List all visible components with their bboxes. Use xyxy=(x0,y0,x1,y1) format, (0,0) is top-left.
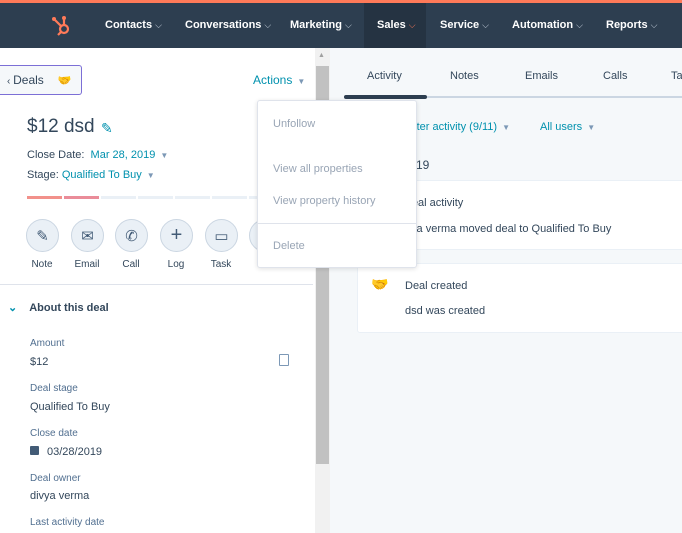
divider xyxy=(0,284,313,285)
task-button[interactable]: ▭ xyxy=(205,219,238,252)
task-icon: ▭ xyxy=(214,227,229,245)
call-label: Call xyxy=(122,259,140,270)
handshake-icon: 🤝 xyxy=(57,75,72,87)
task-label: Task xyxy=(210,259,232,270)
stage-row: Stage: Qualified To Buy ▼ xyxy=(27,169,155,181)
tab-activity[interactable]: Activity xyxy=(367,70,402,82)
note-button[interactable]: ✎ xyxy=(26,219,59,252)
activity-card: 🤝 Deal created dsd was created xyxy=(357,263,682,333)
progress-segment xyxy=(175,196,210,199)
deal-owner-value[interactable]: divya verma xyxy=(30,490,89,502)
users-dropdown[interactable]: All users ▼ xyxy=(540,121,595,133)
field-label: Deal stage xyxy=(30,383,78,394)
progress-segment xyxy=(138,196,173,199)
note-icon: ✎ xyxy=(36,227,49,245)
close-date-row: Close Date: Mar 28, 2019 ▼ xyxy=(27,149,169,161)
chevron-down-icon: ⌄ xyxy=(8,302,18,314)
card-body: dsd was created xyxy=(405,305,486,317)
tab-notes[interactable]: Notes xyxy=(450,70,479,82)
top-nav: Contacts ⌵ Conversations ⌵ Marketing ⌵ Sale… xyxy=(0,3,682,48)
progress-segment xyxy=(101,196,136,199)
hubspot-logo[interactable] xyxy=(50,14,74,38)
stage-dropdown[interactable]: Qualified To Buy xyxy=(62,169,142,181)
card-body: divya verma moved deal to Qualified To B… xyxy=(397,223,612,235)
plus-icon: + xyxy=(170,224,183,246)
calendar-icon xyxy=(30,446,39,455)
actions-button[interactable]: Actions ▼ xyxy=(253,73,305,87)
email-label: Email xyxy=(74,259,100,270)
amount-value[interactable]: $12 xyxy=(30,356,48,368)
back-to-deals-button[interactable]: ‹ Deals 🤝 xyxy=(0,65,82,95)
email-button[interactable]: ✉ xyxy=(71,219,104,252)
progress-segment xyxy=(212,196,247,199)
tab-emails[interactable]: Emails xyxy=(525,70,558,82)
log-button[interactable]: + xyxy=(160,219,193,252)
nav-contacts[interactable]: Contacts ⌵ xyxy=(105,3,162,48)
field-label: Deal owner xyxy=(30,473,81,484)
field-label: Last activity date xyxy=(30,517,105,528)
tab-calls[interactable]: Calls xyxy=(603,70,627,82)
progress-segment xyxy=(27,196,62,199)
caret-down-icon: ▼ xyxy=(297,77,306,86)
deal-stage-value[interactable]: Qualified To Buy xyxy=(30,401,110,413)
close-date-dropdown[interactable]: Mar 28, 2019 xyxy=(91,149,156,161)
phone-icon: ✆ xyxy=(125,227,138,245)
nav-service[interactable]: Service ⌵ xyxy=(440,3,489,48)
edit-icon[interactable]: ✎ xyxy=(101,120,113,137)
date-header: 19 xyxy=(416,158,430,172)
log-label: Log xyxy=(167,259,185,270)
tab-tasks[interactable]: Ta xyxy=(671,70,682,82)
active-tab-indicator xyxy=(344,95,427,99)
menu-item-view-property-history[interactable]: View property history xyxy=(273,195,376,207)
menu-divider xyxy=(258,223,416,224)
nav-automation[interactable]: Automation ⌵ xyxy=(512,3,583,48)
field-label: Amount xyxy=(30,338,65,349)
menu-item-unfollow[interactable]: Unfollow xyxy=(273,118,315,130)
about-section-toggle[interactable]: ⌄ About this deal xyxy=(8,301,109,314)
nav-marketing[interactable]: Marketing ⌵ xyxy=(290,3,352,48)
nav-reports[interactable]: Reports ⌵ xyxy=(606,3,657,48)
note-label: Note xyxy=(31,259,53,270)
email-icon: ✉ xyxy=(81,227,94,245)
close-date-value[interactable]: 03/28/2019 xyxy=(30,446,102,458)
handshake-icon: 🤝 xyxy=(371,276,389,292)
actions-menu: Unfollow View all properties View proper… xyxy=(257,100,417,268)
filter-activity-dropdown[interactable]: Filter activity (9/11) ▼ xyxy=(405,121,510,133)
card-title: Deal created xyxy=(405,280,468,292)
menu-item-delete[interactable]: Delete xyxy=(273,240,305,252)
field-label: Close date xyxy=(30,428,78,439)
call-button[interactable]: ✆ xyxy=(115,219,148,252)
nav-conversations[interactable]: Conversations ⌵ xyxy=(185,3,271,48)
menu-item-view-all-properties[interactable]: View all properties xyxy=(273,163,363,175)
deal-title: $12 dsd xyxy=(27,116,95,137)
details-icon[interactable] xyxy=(279,354,289,366)
nav-sales[interactable]: Sales ⌵ xyxy=(364,3,426,48)
progress-segment xyxy=(64,196,99,199)
